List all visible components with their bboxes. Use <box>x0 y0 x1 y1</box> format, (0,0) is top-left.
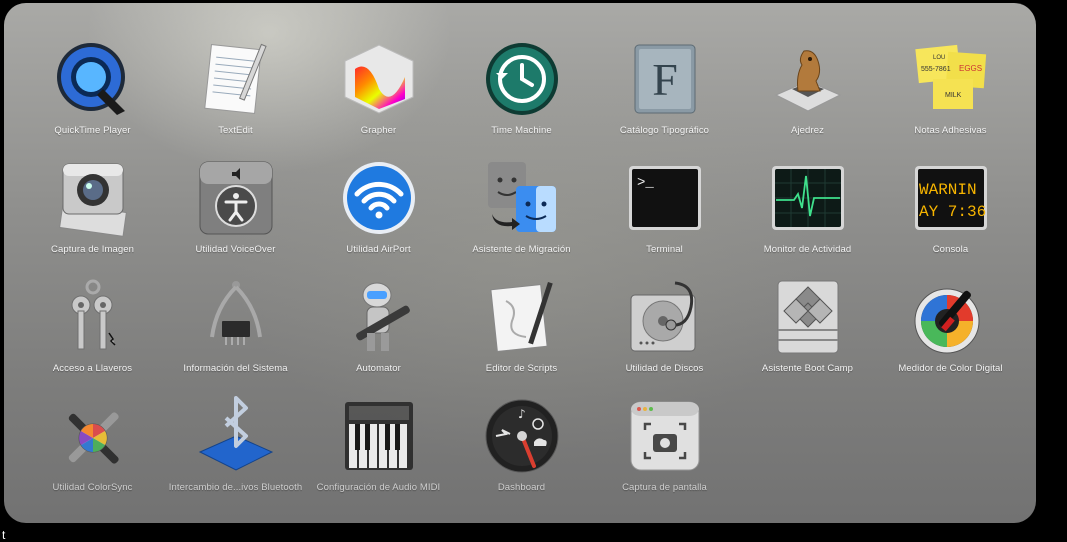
app-dashboard[interactable]: ♪ Dashboard <box>450 360 593 493</box>
bluetooth-icon <box>196 396 276 476</box>
background-text-fragment: t <box>2 528 6 542</box>
app-screenshot[interactable]: Captura de pantalla <box>593 360 736 493</box>
app-label: Intercambio de...ivos Bluetooth <box>168 482 303 493</box>
colorsync-icon <box>53 396 133 476</box>
app-system-information[interactable]: Información del Sistema <box>164 241 307 374</box>
chess-icon <box>768 39 848 119</box>
app-voiceover-utility[interactable]: Utilidad VoiceOver <box>164 122 307 255</box>
app-terminal[interactable]: >_ Terminal <box>593 122 736 255</box>
app-disk-utility[interactable]: Utilidad de Discos <box>593 241 736 374</box>
stickies-icon: LOU 555-7861 EGGS MILK <box>911 39 991 119</box>
app-label: Configuración de Audio MIDI <box>316 482 441 493</box>
app-keychain-access[interactable]: Acceso a Llaveros <box>21 241 164 374</box>
disk-utility-icon <box>625 277 705 357</box>
keychain-icon <box>53 277 133 357</box>
color-meter-icon <box>911 277 991 357</box>
app-colorsync-utility[interactable]: Utilidad ColorSync <box>21 360 164 493</box>
app-airport-utility[interactable]: Utilidad AirPort <box>307 122 450 255</box>
boot-camp-icon <box>768 277 848 357</box>
app-migration-assistant[interactable]: Asistente de Migración <box>450 122 593 255</box>
font-book-letter: F <box>652 54 678 105</box>
app-image-capture[interactable]: Captura de Imagen <box>21 122 164 255</box>
terminal-prompt: >_ <box>637 175 654 191</box>
automator-icon <box>339 277 419 357</box>
app-label: Captura de pantalla <box>622 482 707 493</box>
app-label: Medidor de Color Digital <box>898 363 1003 374</box>
app-bluetooth-file-exchange[interactable]: Intercambio de...ivos Bluetooth <box>164 360 307 493</box>
svg-text:♪: ♪ <box>518 407 526 421</box>
app-automator[interactable]: Automator <box>307 241 450 374</box>
app-chess[interactable]: Ajedrez <box>736 3 879 136</box>
sticky-text-3: MILK <box>945 92 962 99</box>
app-font-book[interactable]: F Catálogo Tipográfico <box>593 3 736 136</box>
font-book-icon: F <box>625 39 705 119</box>
app-label: Utilidad ColorSync <box>52 482 133 493</box>
app-boot-camp-assistant[interactable]: Asistente Boot Camp <box>736 241 879 374</box>
app-label: Dashboard <box>497 482 546 493</box>
textedit-icon <box>196 39 276 119</box>
launchpad-folder: QuickTime Player TextEdit Grapher Time M… <box>4 3 1036 523</box>
app-quicktime-player[interactable]: QuickTime Player <box>21 3 164 136</box>
console-line-1: WARNIN <box>919 181 977 199</box>
terminal-icon: >_ <box>625 158 705 238</box>
app-console[interactable]: WARNIN AY 7:36 Consola <box>879 122 1022 255</box>
screenshot-icon <box>625 396 705 476</box>
app-audio-midi-setup[interactable]: Configuración de Audio MIDI <box>307 360 450 493</box>
migration-assistant-icon <box>482 158 562 238</box>
app-time-machine[interactable]: Time Machine <box>450 3 593 136</box>
app-grapher[interactable]: Grapher <box>307 3 450 136</box>
app-textedit[interactable]: TextEdit <box>164 3 307 136</box>
script-editor-icon <box>482 277 562 357</box>
sticky-text-1: 555-7861 <box>921 66 951 73</box>
sticky-text-2: EGGS <box>959 64 982 73</box>
app-stickies[interactable]: LOU 555-7861 EGGS MILK Notas Adhesivas <box>879 3 1022 136</box>
app-script-editor[interactable]: Editor de Scripts <box>450 241 593 374</box>
sticky-text-0: LOU <box>933 55 945 61</box>
image-capture-icon <box>53 158 133 238</box>
console-line-2: AY 7:36 <box>919 203 986 221</box>
dashboard-icon: ♪ <box>482 396 562 476</box>
voiceover-icon <box>196 158 276 238</box>
midi-icon <box>339 396 419 476</box>
system-information-icon <box>196 277 276 357</box>
activity-monitor-icon <box>768 158 848 238</box>
app-grid: QuickTime Player TextEdit Grapher Time M… <box>21 3 1021 523</box>
time-machine-icon <box>482 39 562 119</box>
airport-icon <box>339 158 419 238</box>
grapher-icon <box>339 39 419 119</box>
app-activity-monitor[interactable]: Monitor de Actividad <box>736 122 879 255</box>
console-icon: WARNIN AY 7:36 <box>911 158 991 238</box>
quicktime-icon <box>53 39 133 119</box>
app-label: Asistente Boot Camp <box>761 363 854 374</box>
app-digital-color-meter[interactable]: Medidor de Color Digital <box>879 241 1022 374</box>
